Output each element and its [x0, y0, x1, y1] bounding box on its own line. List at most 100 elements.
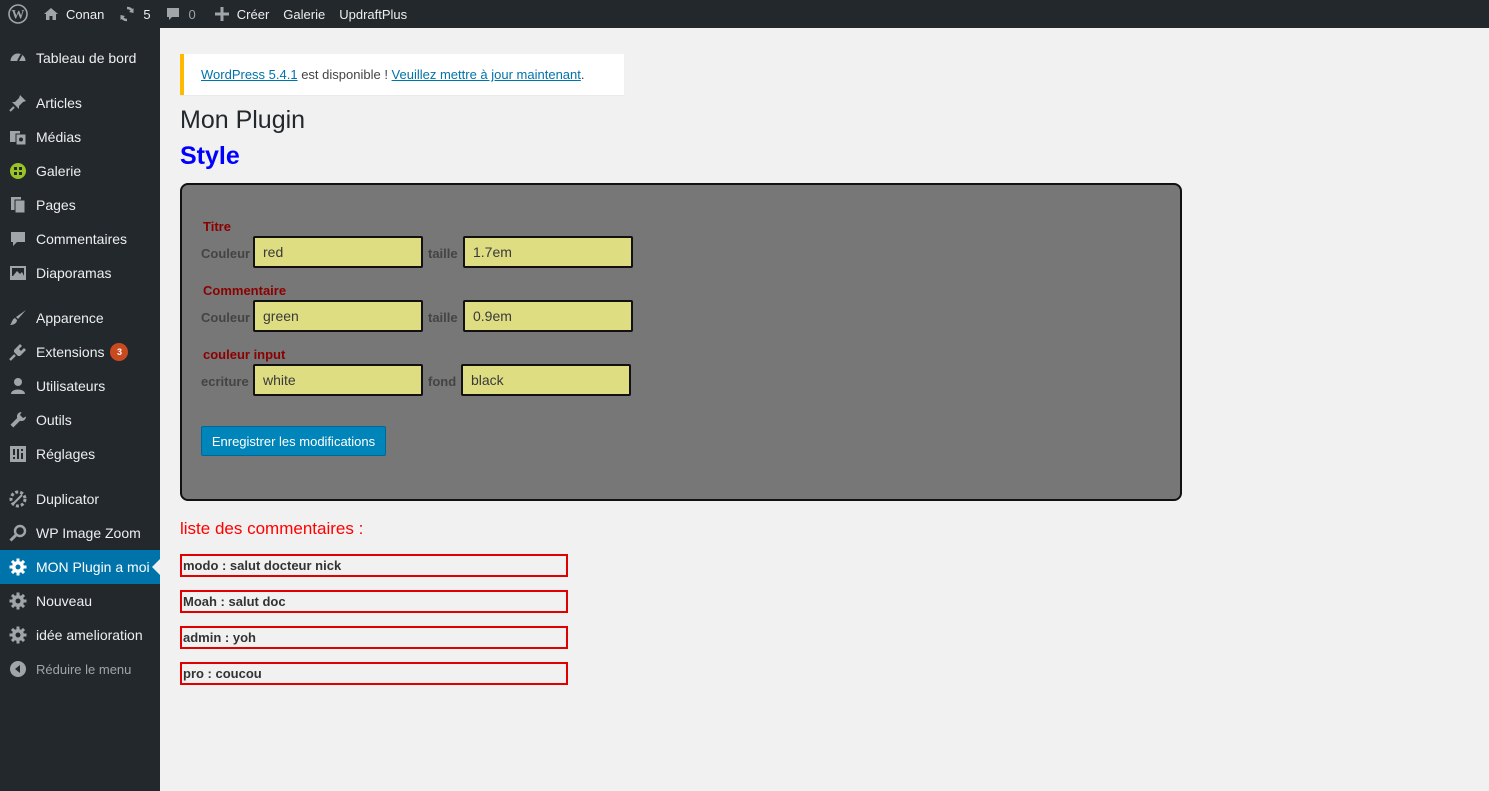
- galerie-label: Galerie: [283, 6, 326, 22]
- sidebar-item-label: Commentaires: [36, 231, 128, 247]
- updraftplus-label: UpdraftPlus: [339, 6, 408, 22]
- sidebar-item-mon-plugin-a-moi[interactable]: MON Plugin a moi: [0, 550, 160, 584]
- save-changes-button[interactable]: Enregistrer les modifications: [201, 426, 386, 456]
- zoom-icon: [0, 524, 36, 542]
- plus-icon: [214, 7, 229, 21]
- pages-icon: [0, 196, 36, 214]
- user-icon: [0, 377, 36, 395]
- sidebar-item-label: Galerie: [36, 163, 82, 179]
- sidebar-item-commentaires[interactable]: Commentaires: [0, 222, 160, 256]
- sidebar-item-nouveau[interactable]: Nouveau: [0, 584, 160, 618]
- sidebar-item-label: Pages: [36, 197, 76, 213]
- gear-icon: [0, 558, 36, 576]
- sidebar-item-label: Diaporamas: [36, 265, 112, 281]
- sidebar-item-label: Apparence: [36, 310, 104, 326]
- admin-sidebar: Tableau de bord Articles Médias Galerie Page…: [0, 28, 160, 791]
- wordpress-logo-icon[interactable]: W: [0, 0, 36, 28]
- sidebar-item-idée-amelioration[interactable]: idée amelioration: [0, 618, 160, 652]
- sidebar-item-médias[interactable]: Médias: [0, 120, 160, 154]
- brush-icon: [0, 309, 36, 327]
- sidebar-item-label: Outils: [36, 412, 72, 428]
- comments-icon: [0, 230, 36, 248]
- sidebar-item-apparence[interactable]: Apparence: [0, 301, 160, 335]
- sidebar-item-diaporamas[interactable]: Diaporamas: [0, 256, 160, 290]
- new-label: Créer: [236, 6, 270, 22]
- sidebar-item-label: Réduire le menu: [36, 661, 132, 677]
- comments-link[interactable]: 0: [158, 0, 203, 28]
- sidebar-item-galerie[interactable]: Galerie: [0, 154, 160, 188]
- titre-size-label: taille: [428, 246, 458, 261]
- sidebar-item-label: Nouveau: [36, 593, 93, 609]
- commentaire-size-label: taille: [428, 310, 458, 325]
- comment-item: Moah : salut doc: [180, 590, 568, 613]
- comment-item: pro : coucou: [180, 662, 568, 685]
- sidebar-item-duplicator[interactable]: Duplicator: [0, 482, 160, 516]
- sidebar-item-réduire-le-menu[interactable]: Réduire le menu: [0, 652, 160, 686]
- input-bg-color-input[interactable]: [461, 364, 631, 396]
- duplicator-icon: [0, 490, 36, 508]
- sidebar-item-pages[interactable]: Pages: [0, 188, 160, 222]
- sidebar-item-outils[interactable]: Outils: [0, 403, 160, 437]
- input-color-heading: couleur input: [203, 347, 286, 362]
- settings-icon: [0, 445, 36, 463]
- sidebar-item-label: Tableau de bord: [36, 50, 137, 66]
- sidebar-item-extensions[interactable]: Extensions 3: [0, 335, 160, 369]
- style-form: Titre Couleur taille Commentaire Couleur…: [180, 183, 1182, 501]
- main-content: WordPress 5.4.1 est disponible ! Veuille…: [180, 28, 1489, 791]
- home-icon: [43, 7, 59, 21]
- titre-color-input[interactable]: [253, 236, 423, 268]
- sidebar-item-label: Réglages: [36, 446, 96, 462]
- sidebar-item-label: WP Image Zoom: [36, 525, 141, 541]
- updraftplus-link[interactable]: UpdraftPlus: [332, 0, 414, 28]
- commentaire-color-label: Couleur: [201, 310, 251, 325]
- gear-icon: [0, 592, 36, 610]
- sidebar-item-label: Duplicator: [36, 491, 100, 507]
- notice-text: est disponible !: [297, 67, 392, 82]
- commentaire-color-input[interactable]: [253, 300, 423, 332]
- update-count-badge: 3: [110, 343, 129, 361]
- sidebar-item-utilisateurs[interactable]: Utilisateurs: [0, 369, 160, 403]
- commentaire-heading: Commentaire: [203, 283, 287, 298]
- gear-icon: [0, 626, 36, 644]
- svg-text:W: W: [12, 7, 25, 22]
- comment-bubble-icon: [165, 6, 181, 22]
- dashboard-icon: [0, 49, 36, 67]
- input-text-color-input[interactable]: [253, 364, 423, 396]
- style-heading: Style: [180, 142, 240, 170]
- sidebar-item-réglages[interactable]: Réglages: [0, 437, 160, 471]
- sidebar-item-label: Extensions: [36, 344, 105, 360]
- galerie-link[interactable]: Galerie: [276, 0, 332, 28]
- sidebar-item-wp-image-zoom[interactable]: WP Image Zoom: [0, 516, 160, 550]
- wordpress-version-link[interactable]: WordPress 5.4.1: [201, 67, 298, 82]
- sidebar-item-label: Médias: [36, 129, 82, 145]
- update-now-link[interactable]: Veuillez mettre à jour maintenant: [392, 67, 581, 82]
- commentaire-size-input[interactable]: [463, 300, 633, 332]
- slideshow-icon: [0, 264, 36, 282]
- pin-icon: [0, 94, 36, 112]
- comments-count: 0: [188, 6, 196, 22]
- input-text-color-label: ecriture: [201, 374, 249, 389]
- updates-icon: [118, 6, 136, 22]
- comment-item: admin : yoh: [180, 626, 568, 649]
- titre-heading: Titre: [203, 219, 231, 234]
- admin-bar: W Conan 5 0 Créer Galerie UpdraftPlus: [0, 0, 1489, 28]
- comment-item: modo : salut docteur nick: [180, 554, 568, 577]
- updates-count: 5: [143, 6, 151, 22]
- sidebar-item-articles[interactable]: Articles: [0, 86, 160, 120]
- sidebar-item-tableau-de-bord[interactable]: Tableau de bord: [0, 41, 160, 75]
- titre-size-input[interactable]: [463, 236, 633, 268]
- sidebar-item-label: Utilisateurs: [36, 378, 106, 394]
- comments-list-title: liste des commentaires :: [180, 519, 364, 538]
- new-content-link[interactable]: Créer: [208, 0, 277, 28]
- collapse-icon: [0, 660, 36, 678]
- site-name-link[interactable]: Conan: [36, 0, 111, 28]
- notice-end: .: [580, 67, 585, 82]
- site-name: Conan: [66, 6, 105, 22]
- gallery-icon: [0, 162, 36, 180]
- titre-color-label: Couleur: [201, 246, 251, 261]
- plugin-icon: [0, 343, 36, 361]
- sidebar-item-label: Articles: [36, 95, 82, 111]
- updates-link[interactable]: 5: [111, 0, 157, 28]
- input-bg-color-label: fond: [428, 374, 457, 389]
- wrench-icon: [0, 411, 36, 429]
